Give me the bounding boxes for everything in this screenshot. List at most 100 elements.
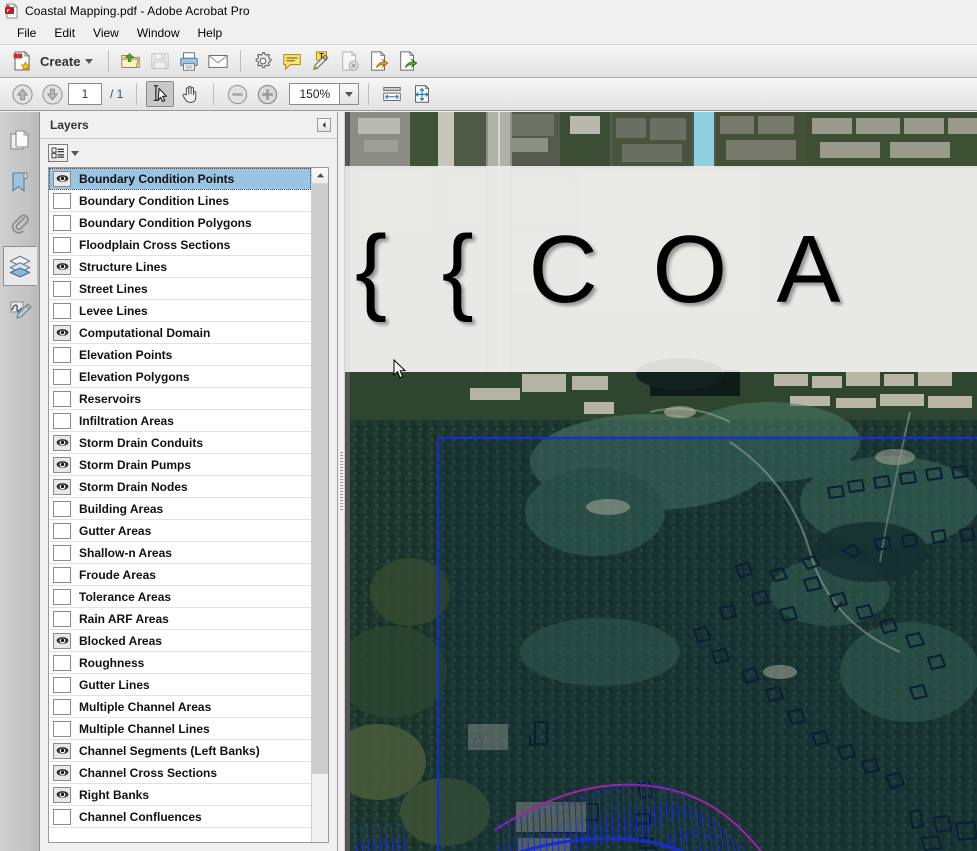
layer-row[interactable]: Channel Segments (Left Banks) — [49, 740, 311, 762]
open-file-button[interactable] — [117, 48, 145, 74]
layer-row[interactable]: Elevation Polygons — [49, 366, 311, 388]
zoom-level-input[interactable] — [289, 83, 339, 105]
layer-row[interactable]: Tolerance Areas — [49, 586, 311, 608]
layers-scrollbar[interactable] — [311, 168, 328, 842]
layer-row[interactable]: Storm Drain Pumps — [49, 454, 311, 476]
fit-page-button[interactable] — [408, 81, 436, 107]
panel-splitter[interactable] — [338, 112, 345, 851]
next-page-button[interactable] — [38, 81, 66, 107]
layer-row[interactable]: Levee Lines — [49, 300, 311, 322]
eye-icon[interactable] — [53, 171, 71, 187]
layer-row[interactable]: Elevation Points — [49, 344, 311, 366]
layer-row[interactable]: Boundary Condition Polygons — [49, 212, 311, 234]
hand-tool-button[interactable] — [176, 81, 204, 107]
chevron-down-icon[interactable] — [71, 151, 79, 156]
eye-icon[interactable] — [53, 633, 71, 649]
export-pdf-button[interactable] — [365, 48, 393, 74]
layer-row[interactable]: Boundary Condition Lines — [49, 190, 311, 212]
layer-row[interactable]: Blocked Areas — [49, 630, 311, 652]
layer-row[interactable]: Channel Cross Sections — [49, 762, 311, 784]
visibility-checkbox[interactable] — [53, 215, 71, 231]
menu-window[interactable]: Window — [128, 24, 189, 42]
save-file-button[interactable] — [146, 48, 174, 74]
layer-row[interactable]: Storm Drain Nodes — [49, 476, 311, 498]
eye-icon[interactable] — [53, 765, 71, 781]
layer-row[interactable]: Storm Drain Conduits — [49, 432, 311, 454]
visibility-checkbox[interactable] — [53, 281, 71, 297]
visibility-checkbox[interactable] — [53, 193, 71, 209]
create-button[interactable]: Create — [8, 47, 100, 75]
eye-icon[interactable] — [53, 457, 71, 473]
layer-row[interactable]: Reservoirs — [49, 388, 311, 410]
previous-page-button[interactable] — [8, 81, 36, 107]
visibility-checkbox[interactable] — [53, 501, 71, 517]
layer-row[interactable]: Froude Areas — [49, 564, 311, 586]
print-button[interactable] — [175, 48, 203, 74]
layers-options-button[interactable] — [48, 144, 68, 162]
visibility-checkbox[interactable] — [53, 589, 71, 605]
layers-list[interactable]: Boundary Condition PointsBoundary Condit… — [49, 168, 311, 842]
layer-row[interactable]: Gutter Areas — [49, 520, 311, 542]
menu-edit[interactable]: Edit — [45, 24, 84, 42]
layer-row[interactable]: Floodplain Cross Sections — [49, 234, 311, 256]
layer-row[interactable]: Channel Confluences — [49, 806, 311, 828]
visibility-checkbox[interactable] — [53, 237, 71, 253]
visibility-checkbox[interactable] — [53, 699, 71, 715]
layer-row[interactable]: Structure Lines — [49, 256, 311, 278]
sidebar-item-page-thumbnails[interactable] — [3, 120, 37, 160]
visibility-checkbox[interactable] — [53, 655, 71, 671]
visibility-checkbox[interactable] — [53, 721, 71, 737]
collapse-panel-button[interactable] — [317, 118, 331, 132]
email-button[interactable] — [204, 48, 232, 74]
visibility-checkbox[interactable] — [53, 611, 71, 627]
eye-icon[interactable] — [53, 325, 71, 341]
scroll-up-button[interactable] — [312, 168, 328, 184]
menu-view[interactable]: View — [84, 24, 128, 42]
zoom-dropdown-button[interactable] — [339, 83, 359, 105]
visibility-checkbox[interactable] — [53, 303, 71, 319]
visibility-checkbox[interactable] — [53, 567, 71, 583]
select-tool-button[interactable] — [146, 81, 174, 107]
layer-row[interactable]: Building Areas — [49, 498, 311, 520]
sidebar-item-bookmarks[interactable] — [3, 162, 37, 202]
zoom-out-button[interactable] — [223, 81, 251, 107]
layer-row[interactable]: Rain ARF Areas — [49, 608, 311, 630]
layer-row[interactable]: Computational Domain — [49, 322, 311, 344]
visibility-checkbox[interactable] — [53, 545, 71, 561]
visibility-checkbox[interactable] — [53, 369, 71, 385]
menu-file[interactable]: File — [8, 24, 45, 42]
eye-icon[interactable] — [53, 743, 71, 759]
layer-row[interactable]: Gutter Lines — [49, 674, 311, 696]
highlight-text-button[interactable]: T — [307, 48, 335, 74]
sidebar-item-layers[interactable] — [3, 246, 37, 286]
layer-row[interactable]: Boundary Condition Points — [49, 168, 311, 190]
visibility-checkbox[interactable] — [53, 347, 71, 363]
layer-row[interactable]: Roughness — [49, 652, 311, 674]
import-pdf-button[interactable] — [394, 48, 422, 74]
eye-icon[interactable] — [53, 259, 71, 275]
sidebar-item-attachments[interactable] — [3, 204, 37, 244]
visibility-checkbox[interactable] — [53, 391, 71, 407]
page-number-input[interactable] — [68, 83, 102, 105]
scrollbar-thumb[interactable] — [312, 184, 328, 774]
tools-button[interactable] — [249, 48, 277, 74]
visibility-checkbox[interactable] — [53, 413, 71, 429]
visibility-checkbox[interactable] — [53, 677, 71, 693]
fit-width-button[interactable] — [378, 81, 406, 107]
document-viewer[interactable]: { { C O A — [345, 112, 977, 851]
eye-icon[interactable] — [53, 479, 71, 495]
layer-row[interactable]: Multiple Channel Lines — [49, 718, 311, 740]
visibility-checkbox[interactable] — [53, 809, 71, 825]
eye-icon[interactable] — [53, 435, 71, 451]
scrollbar-track[interactable] — [312, 774, 328, 842]
comment-button[interactable] — [278, 48, 306, 74]
layer-row[interactable]: Multiple Channel Areas — [49, 696, 311, 718]
delete-page-button[interactable] — [336, 48, 364, 74]
layer-row[interactable]: Right Banks — [49, 784, 311, 806]
menu-help[interactable]: Help — [189, 24, 232, 42]
visibility-checkbox[interactable] — [53, 523, 71, 539]
zoom-in-button[interactable] — [253, 81, 281, 107]
layer-row[interactable]: Shallow-n Areas — [49, 542, 311, 564]
layer-row[interactable]: Infiltration Areas — [49, 410, 311, 432]
eye-icon[interactable] — [53, 787, 71, 803]
